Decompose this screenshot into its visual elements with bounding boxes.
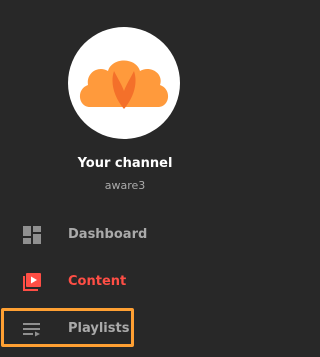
nav-item-content[interactable]: Content <box>0 262 250 302</box>
dashboard-icon <box>22 225 42 245</box>
nav-item-dashboard[interactable]: Dashboard <box>0 215 250 255</box>
nav-item-label: Content <box>68 274 127 289</box>
nav-item-label: Playlists <box>68 321 130 336</box>
nav-item-label: Dashboard <box>68 227 148 242</box>
nav-item-playlists[interactable]: Playlists <box>0 309 250 349</box>
channel-title: Your channel <box>77 156 173 171</box>
channel-avatar[interactable] <box>68 27 180 139</box>
studio-sidebar: Your channel aware3 Dashboard Content Pl… <box>0 0 250 357</box>
channel-handle: aware3 <box>104 179 146 192</box>
playlists-icon <box>22 319 42 339</box>
content-icon <box>22 272 42 292</box>
cloud-logo-icon <box>79 60 169 109</box>
